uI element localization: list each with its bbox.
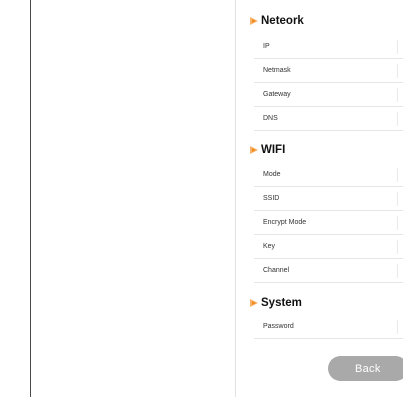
dns-field[interactable] <box>397 112 403 126</box>
left-pane <box>0 0 31 397</box>
key-field[interactable] <box>397 240 403 254</box>
mode-field[interactable] <box>397 168 403 182</box>
row-ssid: SSID <box>254 187 403 211</box>
orange-triangle-icon <box>250 17 258 25</box>
row-label-channel: Channel <box>263 267 290 274</box>
row-key: Key <box>254 235 403 259</box>
encrypt-mode-field[interactable] <box>397 216 403 230</box>
row-mode: Mode <box>254 163 403 187</box>
netmask-field[interactable] <box>397 64 403 78</box>
orange-triangle-icon <box>250 146 258 154</box>
row-label-netmask: Netmask <box>263 67 291 74</box>
row-label-dns: DNS <box>263 115 278 122</box>
gateway-field[interactable] <box>397 88 403 102</box>
section-title-network: Neteork <box>249 12 304 30</box>
row-password: Password <box>254 315 403 339</box>
row-encrypt-mode: Encrypt Mode <box>254 211 403 235</box>
row-ip: IP <box>254 35 403 59</box>
row-label-encrypt-mode: Encrypt Mode <box>263 219 307 226</box>
row-label-mode: Mode <box>263 171 281 178</box>
row-dns: DNS <box>254 107 403 131</box>
password-field[interactable] <box>397 320 403 334</box>
channel-field[interactable] <box>397 264 403 278</box>
section-label-wifi: WIFI <box>261 144 286 156</box>
section-title-wifi: WIFI <box>249 141 285 159</box>
row-label-gateway: Gateway <box>263 91 291 98</box>
ssid-field[interactable] <box>397 192 403 206</box>
orange-triangle-icon <box>250 299 258 307</box>
back-button[interactable]: Back <box>328 356 403 381</box>
row-label-key: Key <box>263 243 276 250</box>
section-title-system: System <box>249 294 302 312</box>
row-channel: Channel <box>254 259 403 283</box>
row-netmask: Netmask <box>254 59 403 83</box>
row-label-ssid: SSID <box>263 195 280 202</box>
ip-field[interactable] <box>397 40 403 54</box>
row-gateway: Gateway <box>254 83 403 107</box>
row-label-ip: IP <box>263 43 270 50</box>
section-label-system: System <box>261 297 302 309</box>
row-label-password: Password <box>263 323 294 330</box>
section-label-network: Neteork <box>261 15 304 27</box>
